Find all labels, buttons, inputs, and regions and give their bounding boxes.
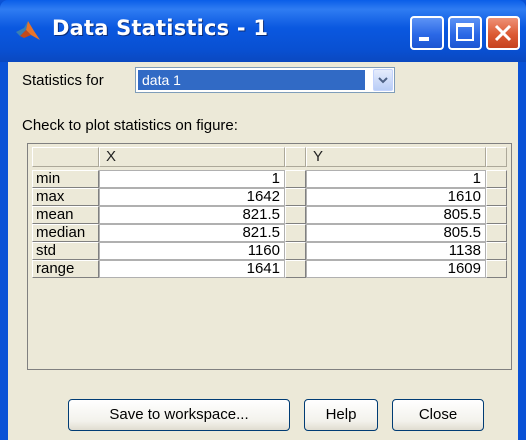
plot-checkbox-min-y[interactable] [486,170,507,188]
dialog-body: Statistics for data 1 Check to plot stat… [8,62,518,440]
cell-std-x: 1160 [99,242,285,260]
maximize-icon [456,23,474,41]
cell-std-y: 1138 [306,242,486,260]
minimize-icon [419,37,429,41]
window-title: Data Statistics - 1 [52,16,269,40]
column-header-y: Y [306,147,486,167]
title-bar[interactable]: Data Statistics - 1 [0,0,526,62]
column-header-y-check [486,147,507,167]
row-label-min: min [32,170,99,188]
row-label-std: std [32,242,99,260]
data-statistics-window: Data Statistics - 1 Statistics for data … [0,0,526,440]
data-series-dropdown[interactable]: data 1 [135,67,395,93]
close-window-button[interactable] [486,16,520,50]
plot-checkbox-mean-x[interactable] [285,206,306,224]
cell-max-x: 1642 [99,188,285,206]
cell-range-y: 1609 [306,260,486,278]
row-label-mean: mean [32,206,99,224]
cell-min-y: 1 [306,170,486,188]
cell-median-y: 805.5 [306,224,486,242]
plot-checkbox-std-y[interactable] [486,242,507,260]
save-to-workspace-button[interactable]: Save to workspace... [68,399,290,431]
dropdown-button[interactable] [373,69,393,91]
cell-max-y: 1610 [306,188,486,206]
close-icon [494,24,512,42]
maximize-button[interactable] [448,16,482,50]
check-to-plot-label: Check to plot statistics on figure: [22,117,238,134]
plot-checkbox-std-x[interactable] [285,242,306,260]
row-header-corner [32,147,99,167]
plot-checkbox-median-y[interactable] [486,224,507,242]
cell-mean-y: 805.5 [306,206,486,224]
row-label-range: range [32,260,99,278]
cell-min-x: 1 [99,170,285,188]
cell-median-x: 821.5 [99,224,285,242]
matlab-logo-icon [14,18,42,42]
column-header-x: X [99,147,285,167]
help-button[interactable]: Help [304,399,378,431]
plot-checkbox-median-x[interactable] [285,224,306,242]
plot-checkbox-max-x[interactable] [285,188,306,206]
statistics-for-label: Statistics for [22,72,104,89]
plot-checkbox-max-y[interactable] [486,188,507,206]
row-label-median: median [32,224,99,242]
close-button[interactable]: Close [392,399,484,431]
plot-checkbox-min-x[interactable] [285,170,306,188]
chevron-down-icon [378,77,388,84]
selected-series: data 1 [138,70,365,90]
minimize-button[interactable] [410,16,444,50]
cell-range-x: 1641 [99,260,285,278]
cell-mean-x: 821.5 [99,206,285,224]
plot-checkbox-mean-y[interactable] [486,206,507,224]
statistics-table: X Y min 1 1 max 1642 1610 mean 821.5 805… [27,143,512,370]
plot-checkbox-range-y[interactable] [486,260,507,278]
plot-checkbox-range-x[interactable] [285,260,306,278]
column-header-x-check [285,147,306,167]
row-label-max: max [32,188,99,206]
